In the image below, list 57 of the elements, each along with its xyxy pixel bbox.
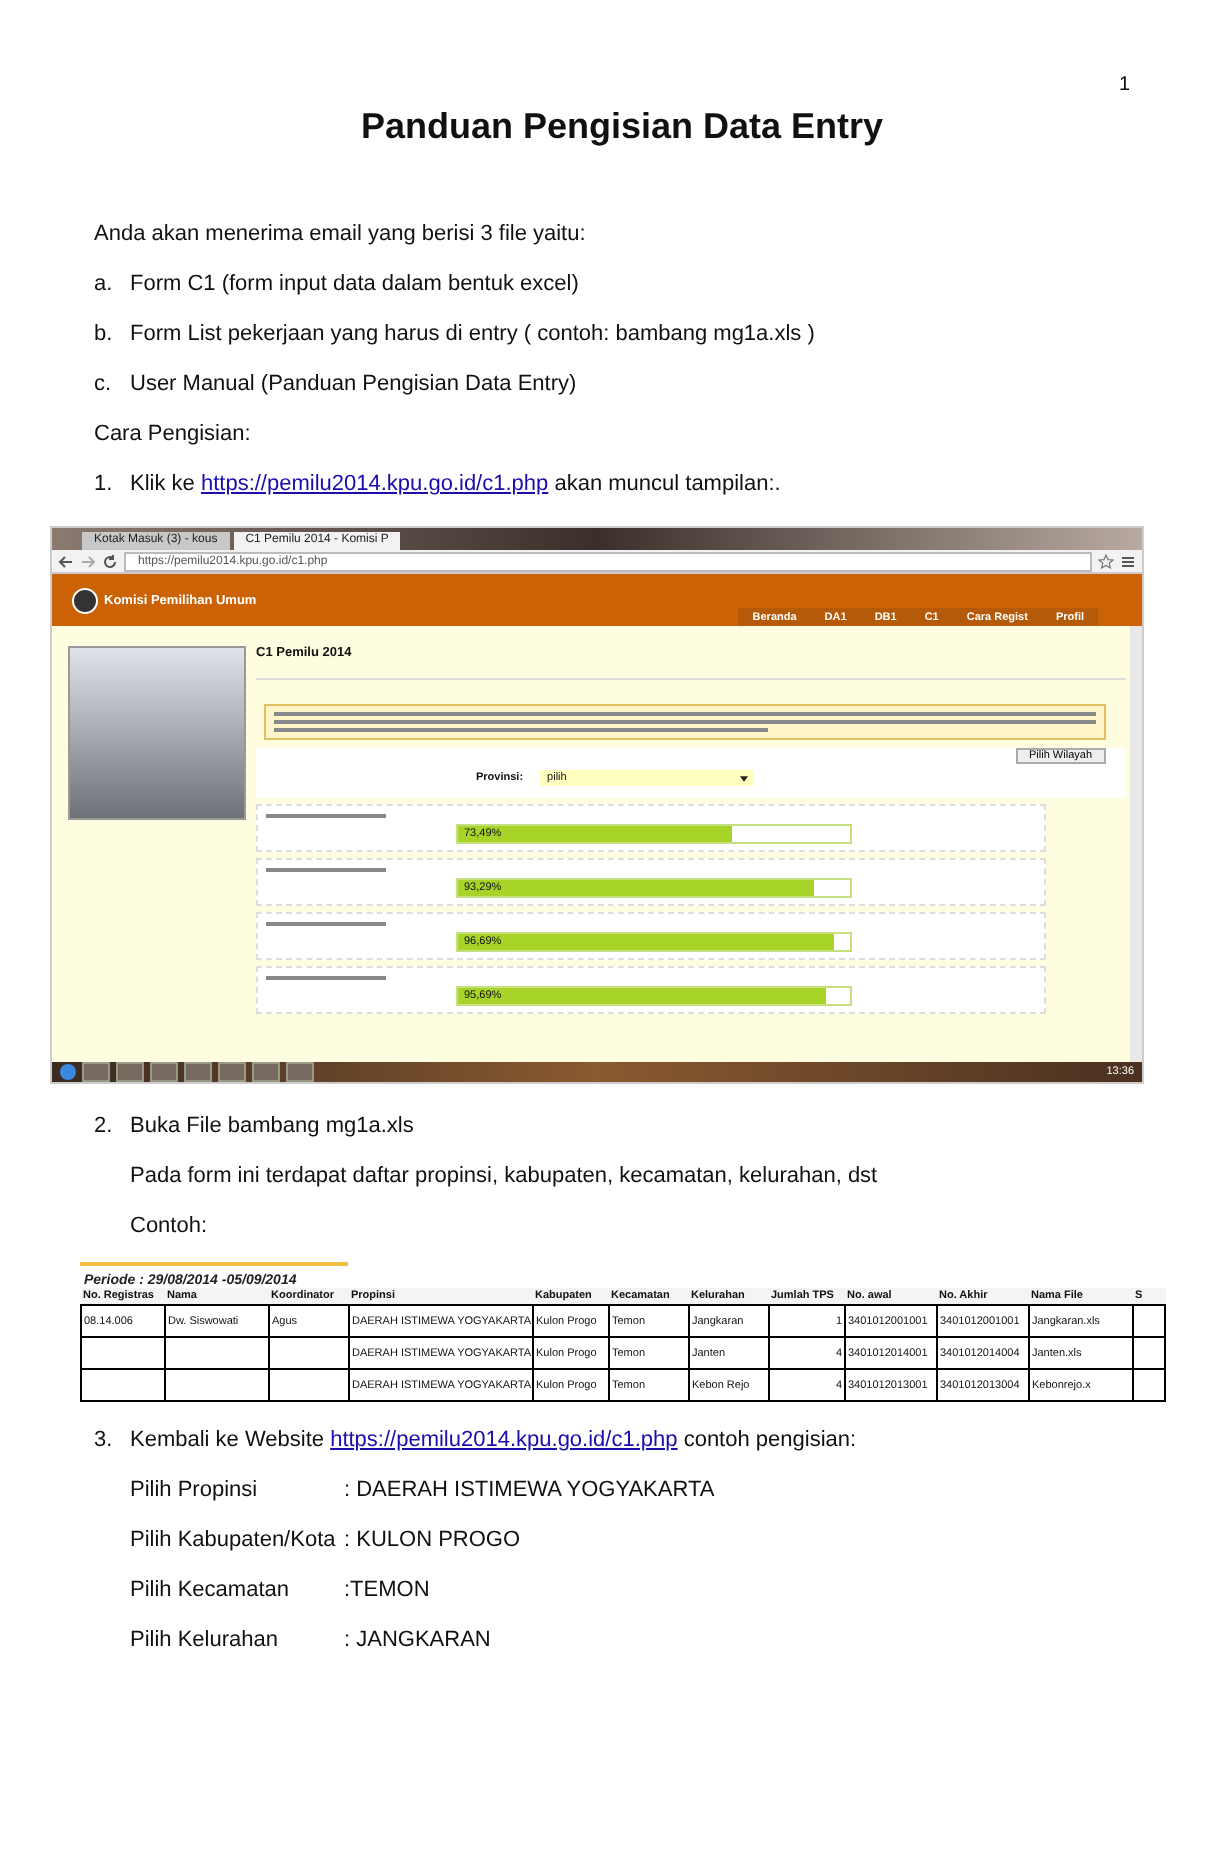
text-line-drawing — [266, 922, 386, 926]
taskbar-app-icon[interactable] — [286, 1062, 314, 1082]
back-icon[interactable] — [58, 553, 74, 569]
taskbar-app-icon[interactable] — [218, 1062, 246, 1082]
table-cell — [165, 1337, 269, 1369]
text-line-drawing — [266, 976, 386, 980]
step-text: Buka File bambang mg1a.xls — [130, 1112, 414, 1140]
star-icon[interactable] — [1098, 553, 1114, 569]
step-number: 2. — [94, 1112, 115, 1140]
taskbar-app-icon[interactable] — [82, 1062, 110, 1082]
start-icon[interactable] — [60, 1064, 76, 1080]
table-cell — [269, 1369, 349, 1401]
table-cell — [81, 1337, 165, 1369]
scrollbar[interactable] — [1130, 626, 1142, 1062]
list-text: User Manual (Panduan Pengisian Data Entry) — [130, 370, 577, 398]
document-title: Panduan Pengisian Data Entry — [358, 106, 886, 148]
caret-icon — [739, 775, 748, 781]
list-marker: a. — [94, 270, 115, 298]
logo-icon — [72, 588, 98, 614]
taskbar-app-icon[interactable] — [116, 1062, 144, 1082]
choice-value: : KULON PROGO — [344, 1526, 521, 1554]
step-text: Klik ke https://pemilu2014.kpu.go.id/c1.php akan muncul tampilan:. — [130, 470, 781, 498]
text-line-drawing — [266, 868, 386, 872]
table-cell — [1133, 1305, 1165, 1337]
taskbar-app-icon[interactable] — [252, 1062, 280, 1082]
table-cell — [1133, 1337, 1165, 1369]
list-marker: b. — [94, 320, 115, 348]
forward-icon[interactable] — [80, 553, 96, 569]
taskbar-app-icon[interactable] — [150, 1062, 178, 1082]
choice-value: : DAERAH ISTIMEWA YOGYAKARTA — [344, 1476, 715, 1504]
table-cell — [269, 1337, 349, 1369]
taskbar-app-icon[interactable] — [184, 1062, 212, 1082]
table-cell — [1133, 1369, 1165, 1401]
choice-label: Pilih Kecamatan — [130, 1576, 291, 1604]
choice-value: :TEMON — [344, 1576, 430, 1604]
menu-icon[interactable] — [1120, 553, 1136, 569]
list-text: Form C1 (form input data dalam bentuk excel) — [130, 270, 579, 298]
url-link[interactable]: https://pemilu2014.kpu.go.id/c1.php — [330, 1428, 678, 1452]
step-text: Kembali ke Website https://pemilu2014.kpu.go.id/c1.php contoh pengisian: — [130, 1426, 857, 1454]
step-detail: Pada form ini terdapat daftar propinsi, kabupaten, kecamatan, kelurahan, dst — [130, 1162, 880, 1190]
example-label: Contoh: — [130, 1212, 210, 1240]
intro-text: Anda akan menerima email yang berisi 3 file yaitu: — [94, 220, 588, 248]
choice-label: Pilih Propinsi — [130, 1476, 260, 1504]
choice-label: Pilih Kabupaten/Kota — [130, 1526, 338, 1554]
table-cell — [165, 1369, 269, 1401]
reload-icon[interactable] — [102, 553, 118, 569]
url-link[interactable]: https://pemilu2014.kpu.go.id/c1.php — [200, 472, 549, 496]
table-cell — [81, 1369, 165, 1401]
page-number: 1 — [1118, 74, 1130, 96]
choice-label: Pilih Kelurahan — [130, 1626, 280, 1654]
step-number: 1. — [94, 470, 115, 498]
list-marker: c. — [94, 370, 114, 398]
choice-value: : JANGKARAN — [344, 1626, 491, 1654]
list-text: Form List pekerjaan yang harus di entry ( contoh: bambang mg1a.xls ) — [130, 320, 815, 348]
steps-heading: Cara Pengisian: — [94, 420, 253, 448]
text-line-drawing — [266, 814, 386, 818]
step-number: 3. — [94, 1426, 115, 1454]
